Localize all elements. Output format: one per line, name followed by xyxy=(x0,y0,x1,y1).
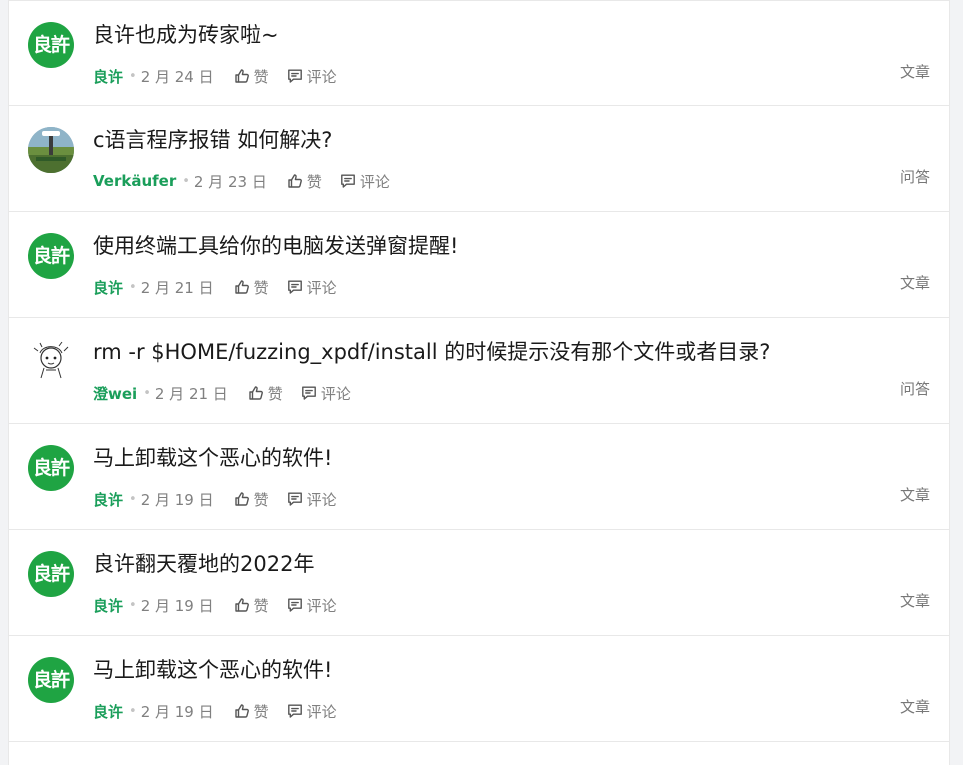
comment-button[interactable]: 评论 xyxy=(287,489,337,510)
comment-button[interactable]: 评论 xyxy=(301,383,351,404)
post-type-badge: 文章 xyxy=(899,274,930,292)
comment-button[interactable]: 评论 xyxy=(340,171,390,192)
author-link[interactable]: Verkäufer xyxy=(93,172,176,190)
comment-button[interactable]: 评论 xyxy=(287,277,337,298)
author-link[interactable]: 良许 xyxy=(93,66,123,87)
article-feed: 良許 良许也成为砖家啦~ 良许 • 2 月 24 日赞评论 文章 c语言程序报错 如何解决?… xyxy=(8,0,950,765)
thumbs-up-icon xyxy=(248,385,268,401)
comment-label: 评论 xyxy=(320,384,351,403)
author-link[interactable]: 良许 xyxy=(93,277,123,298)
post-type-badge: 文章 xyxy=(899,698,930,716)
thumbs-up-icon xyxy=(234,68,254,84)
author-link[interactable]: 良许 xyxy=(93,701,123,722)
post-date: 2 月 21 日 xyxy=(140,278,214,297)
post-date: 2 月 24 日 xyxy=(140,67,214,86)
post-type-badge: 问答 xyxy=(899,168,930,186)
post-title[interactable]: 良许翻天覆地的2022年 xyxy=(93,550,314,578)
avatar[interactable]: 良許 xyxy=(28,233,74,279)
post-date: 2 月 19 日 xyxy=(140,702,214,721)
thumbs-up-icon xyxy=(234,279,254,295)
like-label: 赞 xyxy=(253,67,269,86)
post-meta: 良许 • 2 月 19 日 赞 评论 xyxy=(93,594,355,616)
post-title[interactable]: 马上卸载这个恶心的软件! xyxy=(93,656,332,684)
post-title[interactable]: rm -r $HOME/fuzzing_xpdf/install 的时候提示没有… xyxy=(93,338,770,366)
like-button[interactable]: 赞 xyxy=(234,489,269,510)
post-meta: 良许 • 2 月 19 日 赞 评论 xyxy=(93,488,355,510)
post-title[interactable]: 使用终端工具给你的电脑发送弹窗提醒! xyxy=(93,232,458,260)
list-item[interactable]: rm -r $HOME/fuzzing_xpdf/install 的时候提示没有… xyxy=(9,318,949,424)
post-date: 2 月 19 日 xyxy=(140,490,214,509)
post-type-badge: 问答 xyxy=(899,380,930,398)
separator-dot: • xyxy=(129,703,137,719)
like-button[interactable]: 赞 xyxy=(234,701,269,722)
list-item[interactable]: 良許 良许翻天覆地的2022年良许 • 2 月 19 日 赞 评论 文章 xyxy=(9,530,949,636)
post-type-badge: 文章 xyxy=(899,63,930,81)
avatar[interactable]: 良許 xyxy=(28,22,74,68)
thumbs-up-icon xyxy=(234,703,254,719)
comment-icon xyxy=(287,491,307,507)
like-label: 赞 xyxy=(253,596,269,615)
comment-label: 评论 xyxy=(306,490,337,509)
comment-button[interactable]: 评论 xyxy=(287,595,337,616)
separator-dot: • xyxy=(129,597,137,613)
avatar[interactable]: 良許 xyxy=(28,657,74,703)
list-item[interactable]: c语言程序报错 如何解决? Verkäufer • 2 月 23 日 赞 评论 问答 xyxy=(9,106,949,212)
author-link[interactable]: 良许 xyxy=(93,489,123,510)
like-label: 赞 xyxy=(253,278,269,297)
like-button[interactable]: 赞 xyxy=(234,595,269,616)
list-item[interactable]: 良許 使用终端工具给你的电脑发送弹窗提醒! 良许 • 2 月 21 日 赞 评论 文章 xyxy=(9,212,949,318)
post-date: 2 月 19 日 xyxy=(140,596,214,615)
post-date: 2 月 23 日 xyxy=(193,172,267,191)
comment-label: 评论 xyxy=(306,278,337,297)
post-title[interactable]: c语言程序报错 如何解决? xyxy=(93,126,332,154)
post-type-badge: 文章 xyxy=(899,486,930,504)
like-label: 赞 xyxy=(267,384,283,403)
separator-dot: • xyxy=(143,385,151,401)
like-label: 赞 xyxy=(253,702,269,721)
avatar[interactable] xyxy=(28,339,74,385)
avatar[interactable]: 良許 xyxy=(28,551,74,597)
separator-dot: • xyxy=(182,173,190,189)
comment-label: 评论 xyxy=(359,172,390,191)
like-button[interactable]: 赞 xyxy=(287,171,322,192)
comment-icon xyxy=(287,68,307,84)
avatar[interactable] xyxy=(28,127,74,173)
thumbs-up-icon xyxy=(234,491,254,507)
post-type-badge: 文章 xyxy=(899,592,930,610)
comment-label: 评论 xyxy=(306,596,337,615)
comment-button[interactable]: 评论 xyxy=(287,66,337,87)
like-button[interactable]: 赞 xyxy=(234,277,269,298)
avatar[interactable]: 良許 xyxy=(28,445,74,491)
separator-dot: • xyxy=(129,279,137,295)
comment-icon xyxy=(287,703,307,719)
post-meta: 良许 • 2 月 21 日 赞 评论 xyxy=(93,276,355,298)
comment-icon xyxy=(301,385,321,401)
comment-label: 评论 xyxy=(306,67,337,86)
comment-label: 评论 xyxy=(306,702,337,721)
post-meta: 澄wei • 2 月 21 日 赞 评论 xyxy=(93,382,369,404)
comment-icon xyxy=(287,279,307,295)
author-link[interactable]: 良许 xyxy=(93,595,123,616)
like-button[interactable]: 赞 xyxy=(248,383,283,404)
post-meta: 良许 • 2 月 19 日 赞 评论 xyxy=(93,700,355,722)
post-title[interactable]: 良许也成为砖家啦~ xyxy=(93,21,279,49)
comment-icon xyxy=(340,173,360,189)
list-item[interactable]: 良許 马上卸载这个恶心的软件! 良许 • 2 月 19 日 赞 评论 文章 xyxy=(9,636,949,742)
separator-dot: • xyxy=(129,491,137,507)
post-meta: 良许 • 2 月 24 日 赞 评论 xyxy=(93,65,355,87)
thumbs-up-icon xyxy=(234,597,254,613)
post-title[interactable]: 马上卸载这个恶心的软件! xyxy=(93,444,332,472)
author-link[interactable]: 澄wei xyxy=(93,383,137,404)
like-label: 赞 xyxy=(253,490,269,509)
separator-dot: • xyxy=(129,68,137,84)
like-label: 赞 xyxy=(306,172,322,191)
like-button[interactable]: 赞 xyxy=(234,66,269,87)
post-date: 2 月 21 日 xyxy=(154,384,228,403)
thumbs-up-icon xyxy=(287,173,307,189)
list-item[interactable]: 良許 良许也成为砖家啦~ 良许 • 2 月 24 日 赞 评论 文章 xyxy=(9,0,949,106)
list-item[interactable]: 良許 马上卸载这个恶心的软件! 良许 • 2 月 19 日 赞 评论 文章 xyxy=(9,424,949,530)
post-meta: Verkäufer • 2 月 23 日 赞 评论 xyxy=(93,170,408,192)
comment-icon xyxy=(287,597,307,613)
comment-button[interactable]: 评论 xyxy=(287,701,337,722)
